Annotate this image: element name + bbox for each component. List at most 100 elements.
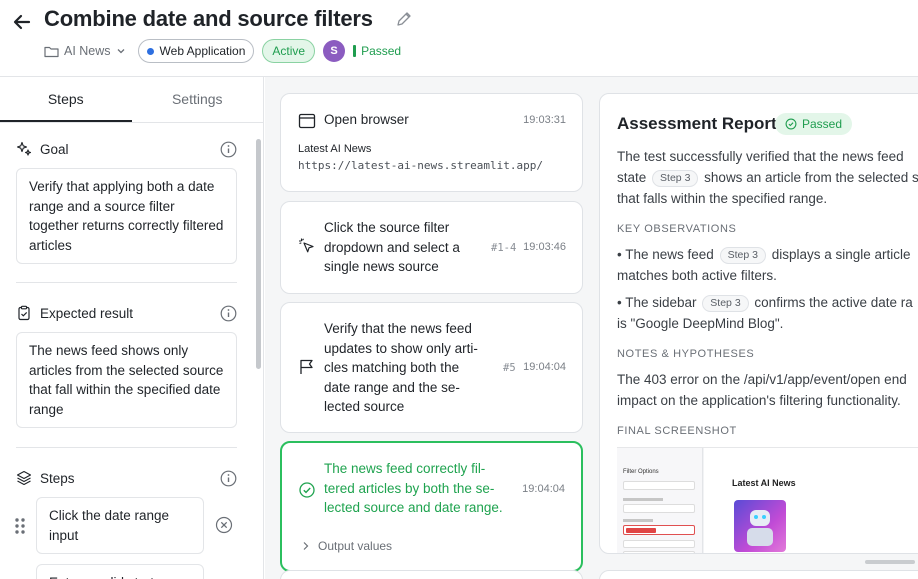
step-ref: #1-4	[491, 242, 517, 254]
screenshot-main: Latest AI News	[704, 448, 918, 553]
assessment-report: Assessment Report Passed The test succes…	[599, 93, 918, 554]
horizontal-scrollbar[interactable]	[865, 560, 915, 564]
summary-line: that falls within the specified range.	[617, 191, 828, 206]
steps-label: Steps	[40, 470, 75, 486]
clipboard-check-icon	[18, 305, 30, 321]
observation-text: is "Google DeepMind Blog".	[617, 316, 784, 331]
screenshot-text-line	[623, 498, 663, 501]
back-arrow-icon[interactable]	[12, 8, 34, 34]
layers-icon	[16, 470, 32, 486]
screenshot-sidebar-title: Filter Options	[623, 469, 659, 475]
screenshot-tag	[626, 528, 656, 533]
info-icon[interactable]	[220, 470, 237, 487]
summary-line: The test successfully verified that the …	[617, 149, 904, 164]
observation-text: • The news feed	[617, 247, 714, 262]
observation-text: • The sidebar	[617, 295, 697, 310]
step-chip[interactable]: Step 3	[719, 247, 766, 264]
screenshot-field	[623, 551, 695, 553]
check-circle-icon	[299, 482, 315, 498]
passed-bar-icon	[353, 45, 357, 57]
expected-result-label: Expected result	[40, 305, 134, 321]
result-indicator: Passed	[353, 44, 401, 58]
report-status-label: Passed	[802, 117, 843, 131]
pencil-icon[interactable]	[396, 11, 412, 27]
step-text[interactable]: Enter a valid start...	[36, 564, 204, 579]
notes-heading: NOTES & HYPOTHESES	[617, 348, 755, 360]
tab-settings[interactable]: Settings	[132, 77, 264, 122]
page-header: Combine date and source filters AI News …	[0, 0, 918, 77]
sparkle-icon	[16, 141, 32, 156]
page-url[interactable]: https://latest-ai-news.streamlit.app/	[298, 158, 543, 174]
step-chip[interactable]: Step 3	[652, 170, 699, 187]
summary-line: state Step 3 shows an article from the s…	[617, 167, 918, 188]
tab-steps[interactable]: Steps	[0, 77, 132, 122]
browser-window-icon	[298, 113, 316, 129]
notes-text: The 403 error on the /api/v1/app/event/o…	[617, 372, 907, 387]
expected-result-section: Expected result The news feed shows only…	[16, 302, 237, 428]
screenshot-app-title: Latest AI News	[732, 478, 796, 488]
screenshot-text-line	[623, 519, 653, 522]
screenshot-field	[623, 504, 695, 513]
status-badge[interactable]: Active	[262, 39, 316, 63]
step-text[interactable]: Click the date range input	[36, 497, 204, 554]
drag-handle-icon[interactable]	[14, 517, 26, 535]
panel-tabs: Steps Settings	[0, 77, 263, 123]
timeline-step-card[interactable]: Open browser 19:03:31 Latest AI News htt…	[280, 93, 583, 192]
folder-icon	[44, 46, 59, 57]
timeline-step-card[interactable]: Click the source filter dropdown and sel…	[280, 201, 583, 294]
info-icon[interactable]	[220, 141, 237, 158]
cursor-click-icon	[299, 238, 314, 253]
step-time: 19:03:46	[523, 241, 566, 253]
info-icon[interactable]	[220, 305, 237, 322]
expected-result-text[interactable]: The news feed shows only articles from t…	[16, 332, 237, 428]
screenshot-heading: FINAL SCREENSHOT	[617, 425, 737, 437]
steps-panel: Steps Settings Goal Verify that applying…	[0, 77, 264, 579]
observation-item: • The sidebar Step 3 confirms the active…	[617, 292, 918, 313]
folder-selector[interactable]: AI News	[44, 44, 126, 58]
summary-text: state	[617, 170, 647, 185]
observation-item: • The news feed Step 3 displays a single…	[617, 244, 918, 265]
step-ref: #5	[503, 362, 516, 374]
divider	[16, 282, 237, 283]
chevron-right-icon	[303, 542, 309, 550]
environment-dot-icon	[146, 47, 154, 55]
goal-label: Goal	[40, 141, 69, 157]
step-time: 19:04:04	[522, 483, 565, 495]
screenshot-select	[623, 525, 695, 535]
remove-step-icon[interactable]	[215, 516, 233, 534]
result-label: Passed	[361, 44, 402, 58]
output-values-label: Output values	[318, 539, 393, 553]
step-description: Verify that the news feed updates to sho…	[324, 321, 478, 414]
chevron-down-icon	[117, 49, 125, 54]
environment-pill[interactable]: Web Application	[137, 39, 255, 63]
screenshot-field	[623, 481, 695, 490]
step-time: 19:03:31	[523, 114, 566, 126]
screenshot-field	[623, 540, 695, 548]
observation-text: confirms the active date ra	[754, 295, 913, 310]
page-title: Combine date and source filters	[44, 6, 373, 31]
final-screenshot[interactable]: Filter Options Latest AI News	[617, 447, 918, 553]
step-chip[interactable]: Step 3	[702, 295, 749, 312]
divider	[16, 447, 237, 448]
page-name: Latest AI News	[298, 143, 372, 155]
observation-text: matches both active filters.	[617, 268, 777, 283]
steps-section: Steps	[16, 467, 237, 489]
goal-text[interactable]: Verify that applying both a date range a…	[16, 168, 237, 264]
result-description: The news feed correctly fil-tered articl…	[324, 461, 503, 515]
timeline-step-card[interactable]: Verify that the news feed updates to sho…	[280, 302, 583, 433]
report-status-badge: Passed	[775, 113, 853, 135]
flag-icon	[300, 359, 313, 374]
scrollbar[interactable]	[256, 139, 261, 369]
check-circle-icon	[785, 118, 797, 130]
observation-text: displays a single article	[771, 247, 911, 262]
timeline-step-card[interactable]	[280, 570, 583, 579]
folder-name: AI News	[64, 44, 111, 58]
environment-label: Web Application	[159, 44, 246, 58]
robot-thumbnail-icon	[734, 500, 786, 552]
timeline-result-card[interactable]: The news feed correctly fil-tered articl…	[280, 441, 583, 572]
output-values-toggle[interactable]: Output values	[302, 539, 392, 553]
step-time: 19:04:04	[523, 361, 566, 373]
goal-section: Goal Verify that applying both a date ra…	[16, 138, 237, 264]
avatar[interactable]: S	[323, 40, 346, 62]
screenshot-sidebar: Filter Options	[617, 448, 703, 553]
